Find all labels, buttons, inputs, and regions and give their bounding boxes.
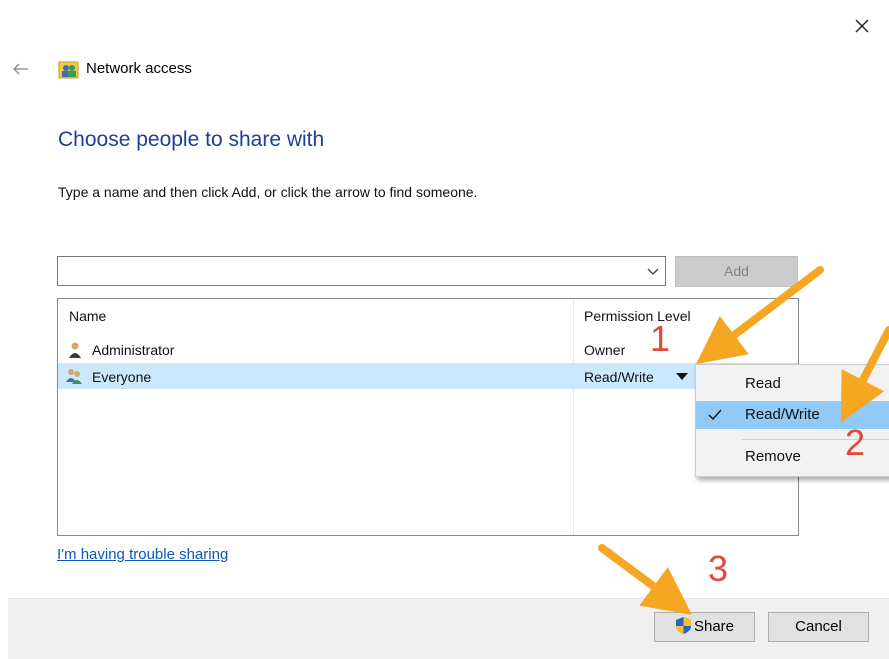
list-item-permission: Owner — [584, 342, 626, 358]
uac-shield-icon — [675, 617, 691, 634]
network-users-icon — [58, 60, 80, 80]
menu-item-label: Read — [745, 375, 781, 392]
step-number-2: 2 — [845, 422, 866, 463]
close-button[interactable] — [848, 10, 878, 40]
menu-item-label: Remove — [745, 448, 801, 465]
page-heading: Choose people to share with — [58, 128, 325, 151]
share-button[interactable]: Share — [654, 612, 755, 642]
permission-dropdown[interactable]: Read/Write — [584, 369, 654, 385]
window-title: Network access — [86, 60, 192, 77]
annotation-arrow — [598, 544, 693, 615]
trouble-sharing-link[interactable]: I'm having trouble sharing — [57, 546, 228, 563]
name-input[interactable] — [62, 260, 636, 284]
column-header-permission[interactable]: Permission Level — [584, 308, 691, 324]
instruction-text: Type a name and then click Add, or click… — [58, 184, 478, 200]
dropdown-triangle-icon[interactable] — [676, 373, 688, 381]
cancel-button[interactable]: Cancel — [768, 612, 869, 642]
dialog-footer — [8, 598, 889, 659]
checkmark-icon — [708, 409, 722, 421]
menu-item-label: Read/Write — [745, 406, 820, 423]
add-button[interactable]: Add — [675, 256, 798, 287]
chevron-down-icon[interactable] — [647, 266, 659, 278]
menu-item-read[interactable]: Read — [696, 370, 889, 398]
back-button[interactable] — [8, 58, 34, 80]
column-header-name[interactable]: Name — [69, 308, 106, 324]
user-icon — [66, 341, 84, 364]
name-combobox[interactable] — [57, 256, 666, 286]
people-list[interactable] — [57, 298, 799, 536]
list-item-name[interactable]: Everyone — [92, 369, 151, 385]
step-number-3: 3 — [708, 548, 729, 589]
menu-separator — [742, 439, 889, 440]
back-arrow-icon — [13, 63, 28, 75]
share-label: Share — [693, 618, 735, 635]
list-item-name[interactable]: Administrator — [92, 342, 174, 358]
step-number-1: 1 — [650, 318, 671, 359]
column-divider — [573, 299, 574, 535]
group-users-icon — [65, 367, 83, 390]
close-icon — [855, 19, 869, 33]
